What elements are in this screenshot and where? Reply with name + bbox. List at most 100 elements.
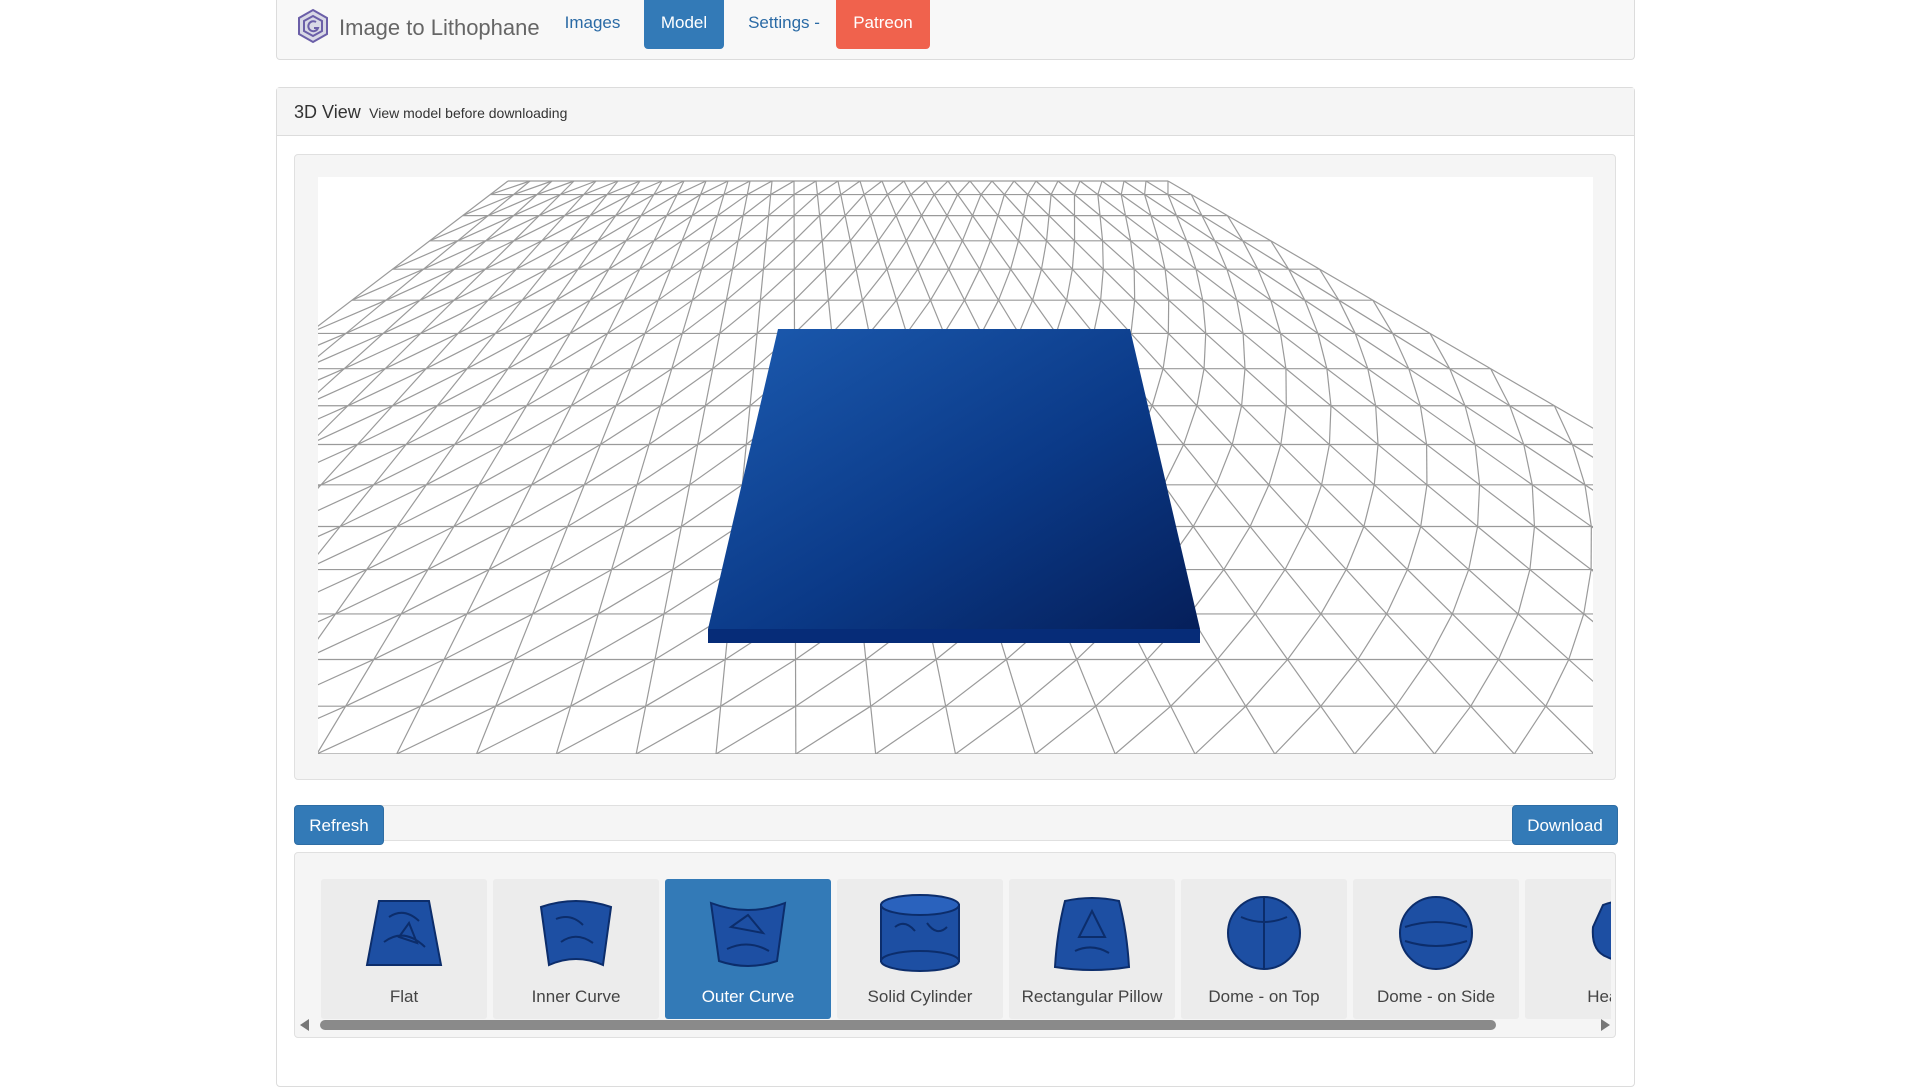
grid-line: [488, 195, 537, 216]
shape-dome-top[interactable]: Dome - on Top: [1181, 879, 1347, 1019]
grid-line: [421, 300, 488, 333]
grid-line: [1094, 300, 1101, 333]
grid-line: [348, 369, 426, 406]
grid-line: [1165, 269, 1169, 300]
panel-subtitle: View model before downloading: [369, 105, 567, 121]
grid-line: [485, 241, 542, 269]
horizontal-scrollbar[interactable]: [300, 1017, 1610, 1033]
shape-label: Heart: [1525, 987, 1611, 1007]
grid-line: [1216, 445, 1232, 485]
grid-line: [888, 181, 904, 195]
grid-line: [1250, 485, 1269, 527]
grid-line: [1271, 300, 1281, 333]
grid-line: [565, 195, 607, 216]
grid-line: [794, 195, 817, 216]
grid-line: [1374, 445, 1378, 485]
grid-line: [757, 300, 794, 333]
grid-line: [393, 369, 468, 406]
grid-line: [1281, 406, 1286, 445]
shape-inner-curve[interactable]: Inner Curve: [493, 879, 659, 1019]
grid-line: [1373, 300, 1393, 333]
grid-line: [631, 333, 683, 368]
shape-dome-side[interactable]: Dome - on Side: [1353, 879, 1519, 1019]
grid-line: [533, 300, 590, 333]
grid-line: [1024, 195, 1028, 216]
grid-line: [423, 241, 485, 269]
scroll-right-arrow-icon[interactable]: [1601, 1019, 1610, 1031]
grid-line: [769, 195, 794, 216]
grid-line: [869, 300, 896, 333]
grid-line: [1321, 570, 1346, 614]
grid-line: [590, 195, 630, 216]
grid-line: [907, 300, 931, 333]
grid-line: [906, 216, 921, 241]
grid-line: [1498, 614, 1518, 660]
grid-line: [321, 445, 406, 485]
grid-line: [1131, 300, 1135, 333]
nav-images[interactable]: Images: [555, 0, 630, 49]
grid-line: [1033, 269, 1042, 300]
grid-line: [1124, 181, 1593, 754]
shape-rectangular-pillow[interactable]: Rectangular Pillow: [1009, 879, 1175, 1019]
shape-flat[interactable]: Flat: [321, 879, 487, 1019]
grid-line: [1098, 195, 1100, 216]
grid-line: [570, 216, 616, 241]
grid-line: [956, 706, 1021, 754]
grid-line: [930, 269, 948, 300]
grid-line: [876, 706, 946, 754]
grid-line: [794, 300, 828, 333]
grid-line: [794, 241, 822, 269]
grid-line: [477, 706, 571, 754]
dome-side-icon: [1391, 887, 1481, 977]
grid-line: [1101, 269, 1104, 300]
grid-line: [1232, 406, 1241, 445]
grid-line: [1049, 195, 1051, 216]
shape-heart[interactable]: Heart: [1525, 879, 1611, 1019]
grid-line: [794, 269, 825, 300]
grid-line: [850, 216, 870, 241]
grid-line: [539, 195, 584, 216]
grid-line: [1028, 181, 1036, 195]
nav-patreon[interactable]: Patreon: [836, 0, 930, 49]
nav-model[interactable]: Model: [644, 0, 724, 49]
grid-line: [713, 333, 757, 368]
grid-line: [760, 269, 794, 300]
grid-line: [1146, 181, 1593, 754]
download-button[interactable]: Download: [1512, 805, 1618, 845]
refresh-button[interactable]: Refresh: [294, 805, 384, 845]
grid-line: [1478, 485, 1480, 527]
nav-settings-dropdown[interactable]: Settings -: [739, 0, 829, 49]
scroll-left-arrow-icon[interactable]: [300, 1019, 309, 1031]
grid-line: [1067, 269, 1073, 300]
grid-line: [682, 300, 726, 333]
grid-line: [318, 333, 346, 368]
grid-line: [705, 369, 753, 406]
grid-line: [318, 485, 321, 527]
grid-line: [1103, 241, 1104, 269]
inner-curve-icon: [531, 887, 621, 977]
3d-scene[interactable]: [318, 177, 1593, 754]
scroll-thumb[interactable]: [320, 1020, 1496, 1030]
grid-line: [385, 333, 458, 368]
grid-line: [514, 216, 565, 241]
grid-line: [646, 659, 726, 706]
grid-line: [340, 485, 426, 527]
grid-line: [1530, 527, 1535, 570]
grid-line: [1281, 333, 1286, 368]
brand[interactable]: Image to Lithophane: [295, 8, 540, 48]
grid-line: [1018, 216, 1023, 241]
3d-viewport[interactable]: [318, 177, 1593, 754]
grid-line: [692, 269, 732, 300]
shape-solid-cylinder[interactable]: Solid Cylinder: [837, 879, 1003, 1019]
grid-line: [1514, 706, 1545, 754]
grid-line: [1145, 181, 1146, 195]
grid-line: [374, 445, 455, 485]
grid-line: [981, 300, 998, 333]
grid-line: [420, 269, 485, 300]
grid-line: [1285, 527, 1307, 570]
outer-curve-icon: [703, 887, 793, 977]
shape-outer-curve[interactable]: Outer Curve: [665, 879, 831, 1019]
grid-line: [918, 241, 934, 269]
grid-line: [1320, 269, 1339, 300]
grid-line: [1346, 527, 1364, 570]
